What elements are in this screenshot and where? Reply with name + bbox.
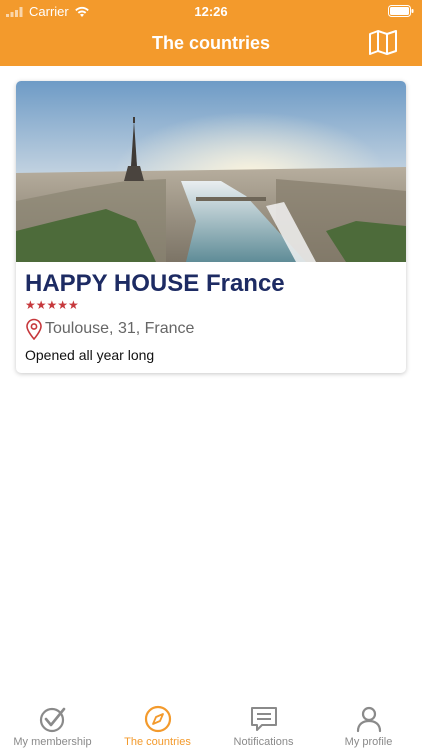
map-icon[interactable] (368, 29, 398, 55)
app-header: Carrier 12:26 The countries (0, 0, 422, 66)
compass-icon (144, 705, 172, 733)
status-time: 12:26 (194, 4, 228, 19)
tab-the-countries[interactable]: The countries (105, 696, 210, 750)
accommodation-card[interactable]: HAPPY HOUSE France ★★★★★ Toulouse, 31, F… (16, 81, 406, 373)
tab-notifications[interactable]: Notifications (211, 696, 316, 750)
status-bar: Carrier 12:26 (0, 0, 422, 22)
paris-photo (16, 81, 406, 262)
battery-icon (388, 5, 414, 20)
tab-my-membership[interactable]: My membership (0, 696, 105, 750)
location-text: Toulouse, 31, France (45, 320, 195, 337)
tab-label: Notifications (233, 736, 294, 748)
person-icon (356, 706, 382, 733)
opening-info: Opened all year long (25, 347, 155, 363)
rating-stars: ★★★★★ (25, 298, 79, 312)
card-title: HAPPY HOUSE France (25, 270, 285, 297)
tab-my-profile[interactable]: My profile (316, 696, 421, 750)
location-row: Toulouse, 31, France (25, 318, 194, 340)
message-icon (251, 707, 277, 731)
tab-label: My membership (13, 736, 92, 748)
tab-bar: My membership The countries Notification… (0, 696, 422, 750)
location-pin-icon (26, 318, 42, 340)
check-circle-icon (39, 707, 66, 733)
page-title: The countries (151, 33, 271, 53)
tab-label: My profile (344, 736, 393, 748)
tab-label: The countries (124, 736, 191, 748)
